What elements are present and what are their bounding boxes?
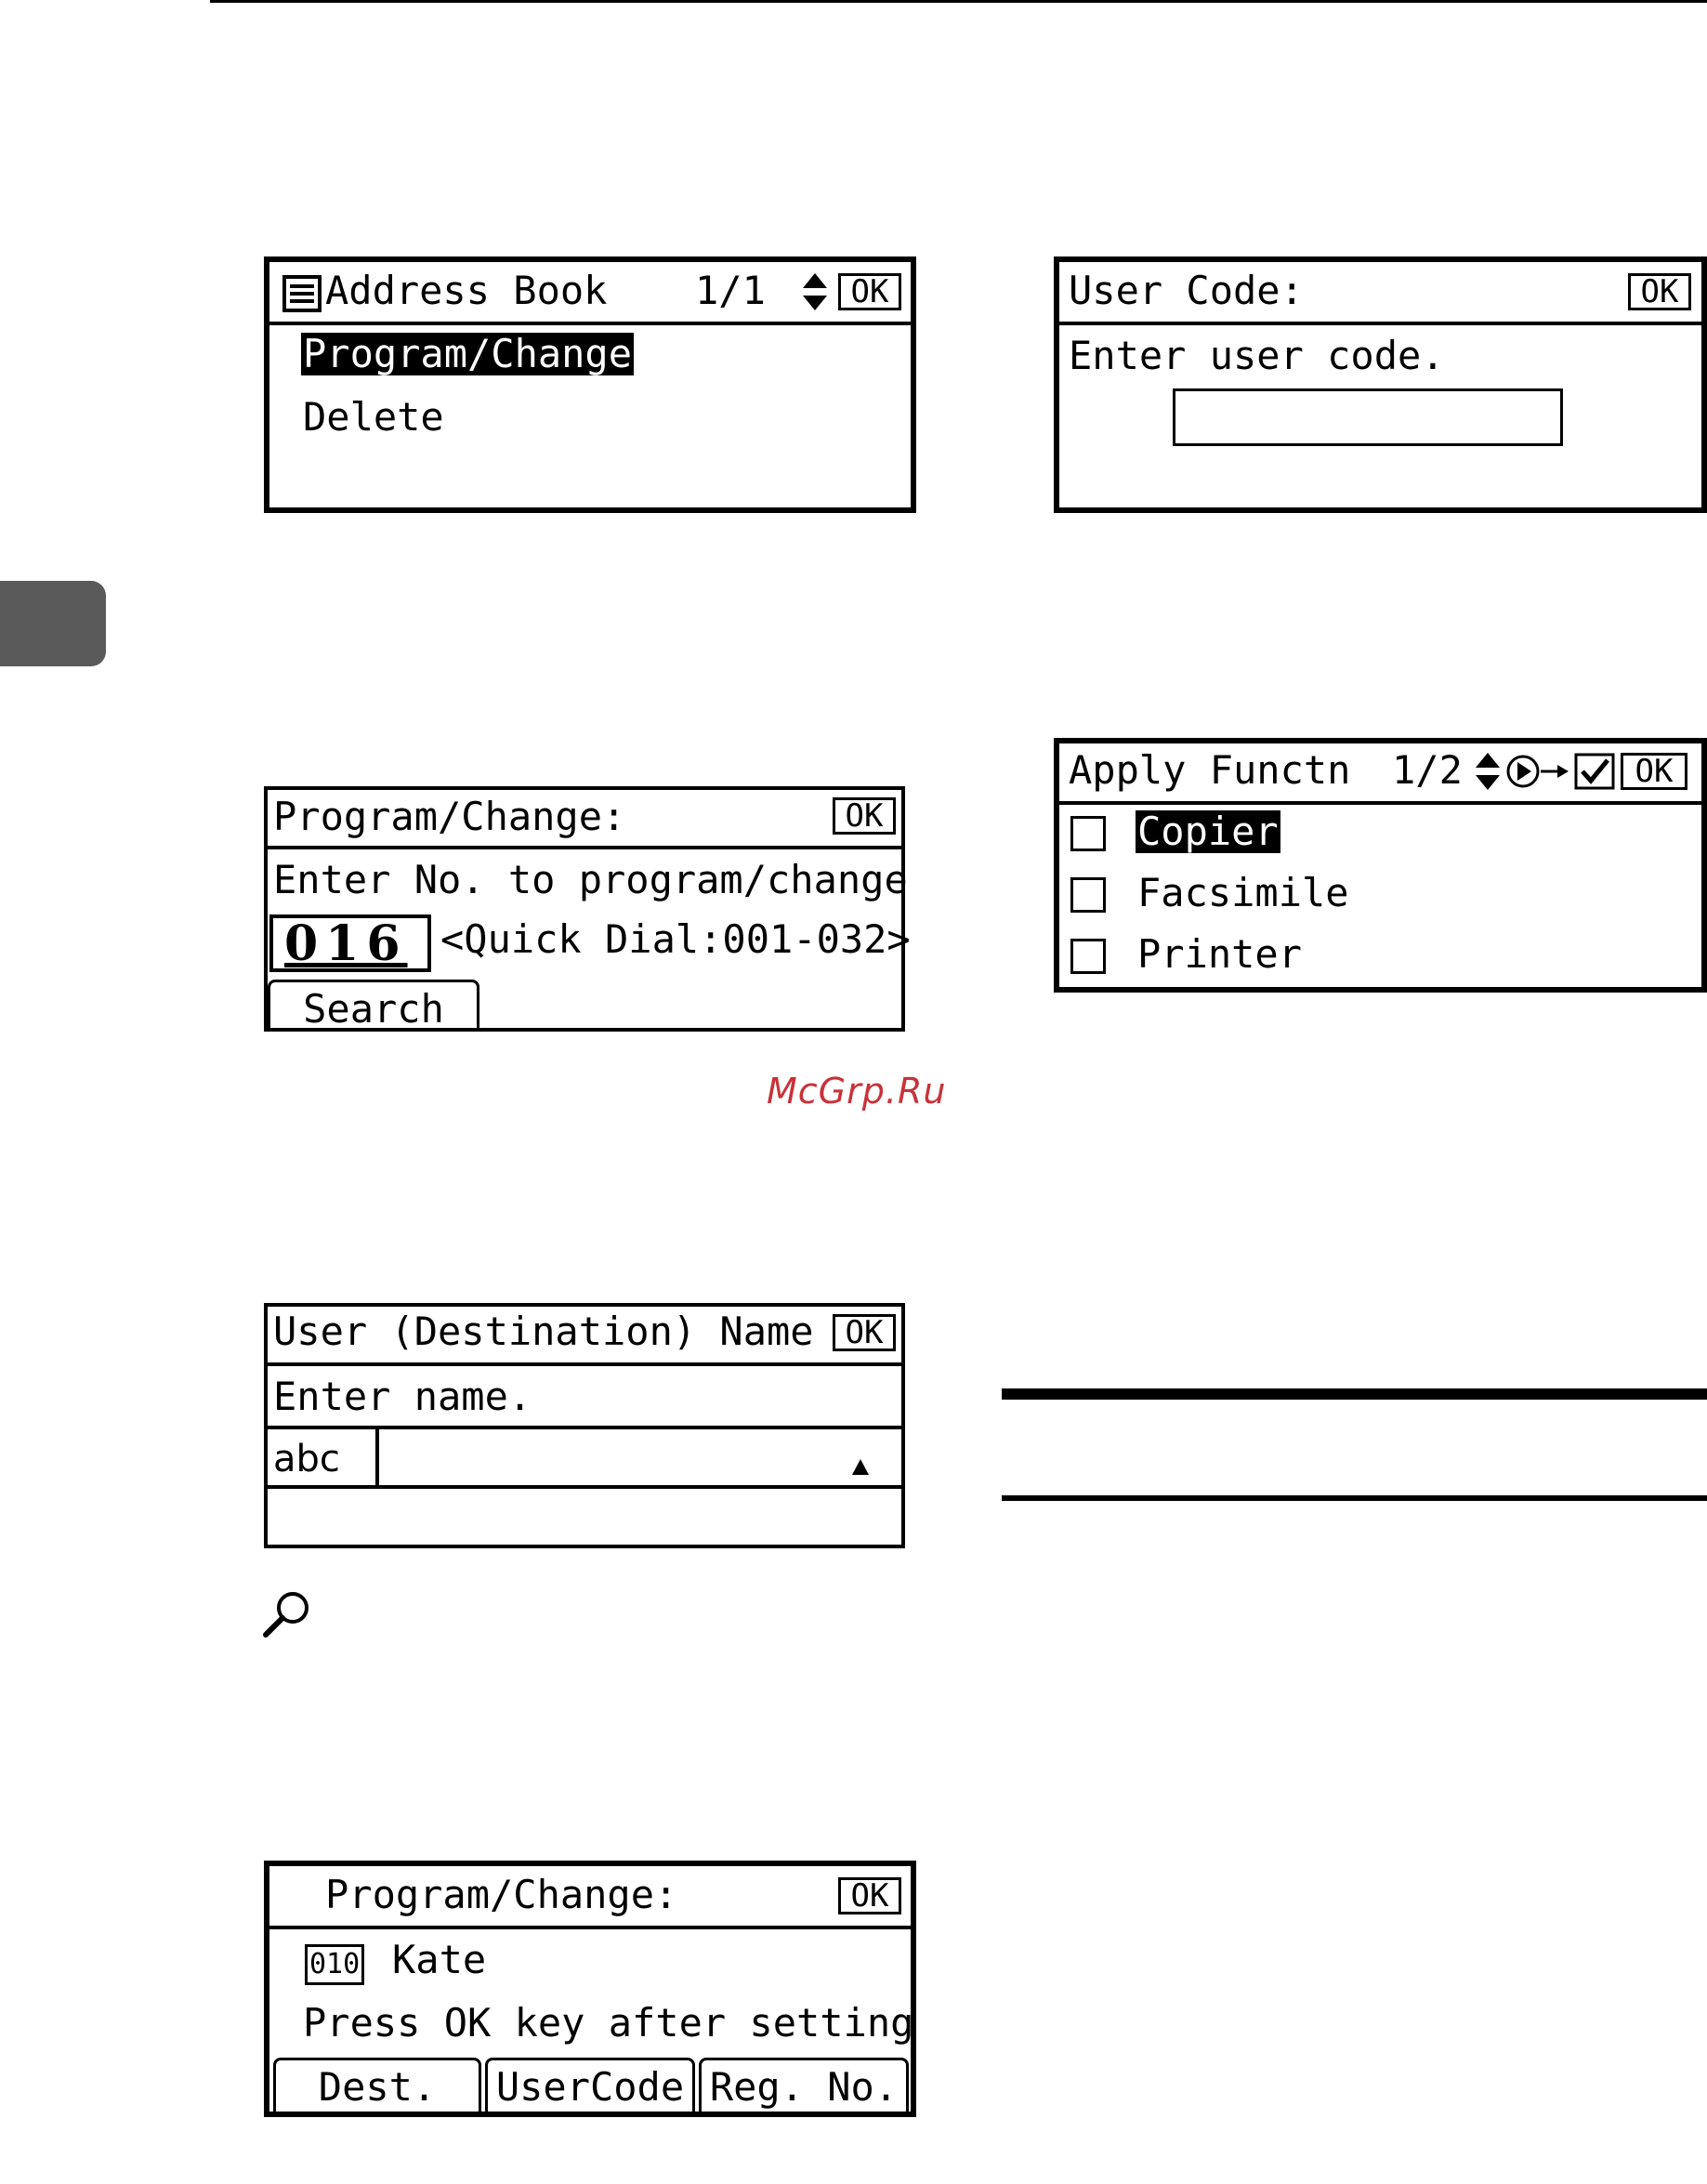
address-book-icon [282, 275, 322, 312]
program-change-header: Program/Change: OK [268, 790, 901, 849]
program-change-prompt: Enter No. to program/change [273, 857, 908, 902]
checkmark-icon [1574, 753, 1615, 790]
user-name-title: User (Destination) Name [273, 1309, 814, 1354]
option-facsimile[interactable]: Facsimile [1137, 874, 1349, 913]
program-change-edit-screen: Program/Change: OK 010 Kate Press OK key… [264, 1861, 916, 2117]
user-code-screen: User Code: OK Enter user code. [1054, 257, 1707, 513]
ok-key-label[interactable]: OK [838, 1877, 901, 1914]
search-button[interactable]: Search [268, 980, 479, 1032]
quick-dial-range: <Quick Dial:001-032> [440, 916, 911, 962]
registration-number: 010 [305, 1944, 365, 1985]
page-indicator: 1/1 [695, 268, 766, 313]
user-code-header: User Code: OK [1059, 262, 1701, 325]
ok-key-label[interactable]: OK [838, 273, 901, 310]
reg-no-button-label: Reg. No. [709, 2064, 899, 2110]
quick-dial-number: 016 [284, 915, 408, 972]
magnifier-icon [263, 1592, 309, 1638]
user-name-input[interactable] [381, 1429, 901, 1485]
option-printer[interactable]: Printer [1137, 935, 1302, 974]
instruction-message: Press OK key after setting [303, 2000, 914, 2046]
cursor-triangle-icon [852, 1459, 869, 1475]
watermark: McGrp.Ru [767, 1071, 947, 1112]
chapter-tab [0, 581, 106, 666]
destination-name: Kate [392, 1937, 487, 1982]
quick-dial-number-field[interactable]: 016 [269, 914, 431, 972]
input-mode-abc[interactable]: abc [273, 1441, 340, 1478]
mode-divider [375, 1429, 379, 1485]
usercode-button-label: UserCode [495, 2064, 685, 2110]
user-code-title: User Code: [1069, 268, 1304, 313]
option-copier[interactable]: Copier [1136, 810, 1280, 853]
search-button-label: Search [303, 986, 444, 1032]
dest-button-label: Dest. [318, 2064, 437, 2110]
program-change-edit-title: Program/Change: [325, 1872, 678, 1917]
ok-key-label[interactable]: OK [1628, 273, 1691, 310]
ok-key-label[interactable]: OK [833, 797, 896, 835]
dest-button[interactable]: Dest. [273, 2058, 481, 2112]
page-indicator: 1/2 [1392, 747, 1463, 793]
address-book-screen: Address Book 1/1 OK Program/Change Delet… [264, 257, 916, 513]
usercode-button[interactable]: UserCode [485, 2058, 695, 2112]
ok-key-label[interactable]: OK [1621, 753, 1687, 790]
user-name-prompt: Enter name. [273, 1374, 532, 1419]
reg-no-button[interactable]: Reg. No. [699, 2058, 909, 2112]
up-down-arrow-icon[interactable] [1474, 751, 1502, 792]
top-rule [210, 0, 1707, 3]
up-down-arrow-icon[interactable] [801, 271, 829, 312]
next-arrow-icon [1506, 755, 1569, 788]
address-book-header: Address Book 1/1 OK [269, 262, 911, 325]
apply-function-header: Apply Functn 1/2 OK [1059, 743, 1701, 805]
facsimile-checkbox[interactable] [1070, 877, 1106, 913]
address-book-title: Address Book [325, 268, 608, 313]
program-change-title: Program/Change: [273, 794, 626, 839]
menu-item-program-change[interactable]: Program/Change [301, 333, 635, 375]
copier-checkbox[interactable] [1070, 816, 1106, 851]
divider [268, 1485, 901, 1489]
user-name-header: User (Destination) Name OK [268, 1307, 901, 1366]
apply-function-title: Apply Functn [1069, 747, 1351, 793]
printer-checkbox[interactable] [1070, 939, 1106, 974]
user-code-input[interactable] [1173, 388, 1563, 446]
apply-function-screen: Apply Functn 1/2 OK Copier Facsimile Pri… [1054, 738, 1707, 993]
menu-item-delete[interactable]: Delete [303, 398, 444, 437]
program-change-edit-header: Program/Change: OK [269, 1866, 911, 1929]
user-name-screen: User (Destination) Name OK Enter name. a… [264, 1303, 905, 1548]
ok-key-label[interactable]: OK [833, 1314, 896, 1351]
section-rule-top [1002, 1388, 1707, 1400]
section-rule-bottom [1002, 1495, 1707, 1501]
user-code-prompt: Enter user code. [1069, 333, 1445, 378]
program-change-screen: Program/Change: OK Enter No. to program/… [264, 786, 911, 1032]
